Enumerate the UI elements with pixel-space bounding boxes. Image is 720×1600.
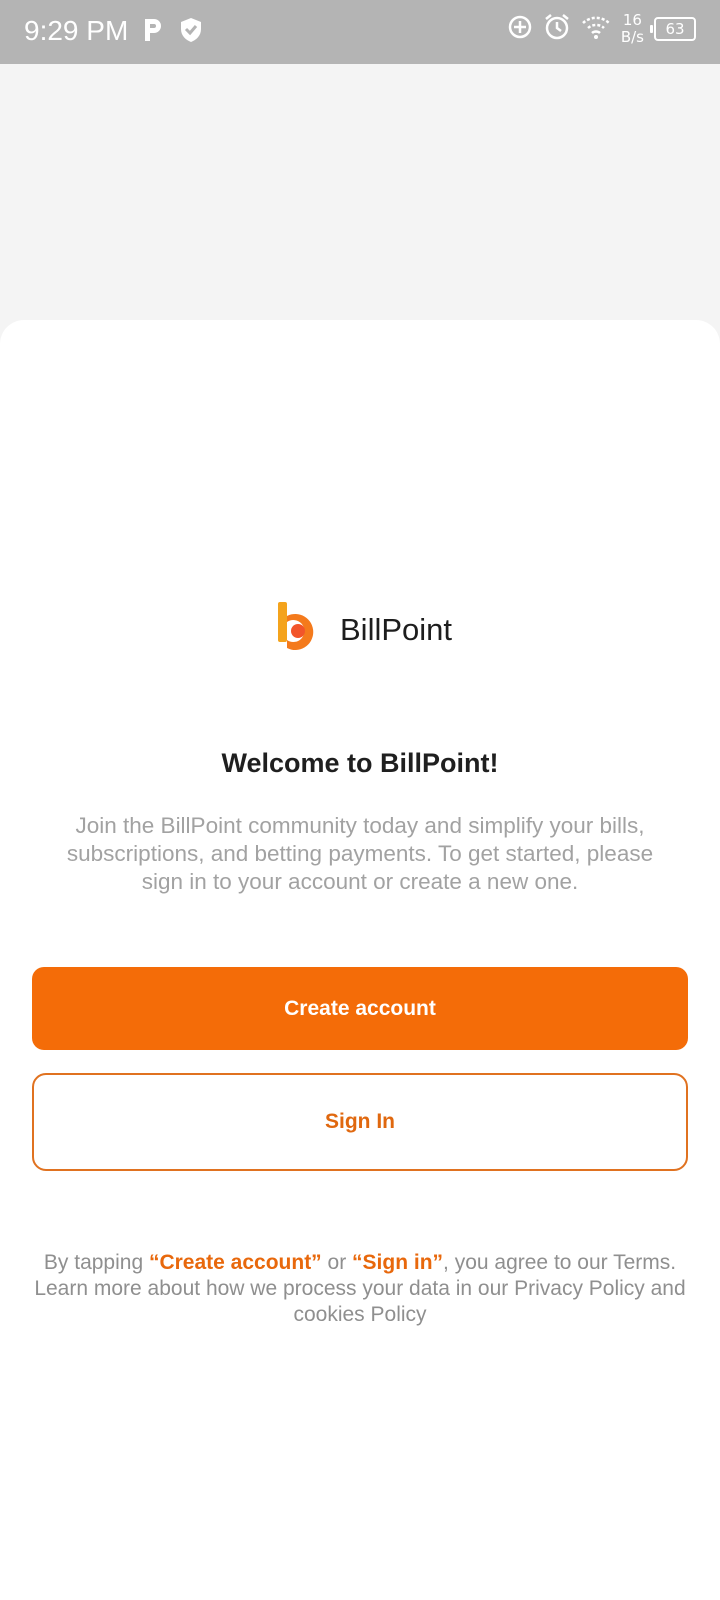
welcome-sheet xyxy=(0,320,720,1600)
sign-in-button[interactable]: Sign In xyxy=(32,1073,688,1171)
status-right-icons: 16 B/s 63 xyxy=(507,12,696,46)
status-time: 9:29 PM xyxy=(24,15,129,46)
create-account-button[interactable]: Create account xyxy=(32,967,688,1050)
terms-prefix: By tapping xyxy=(43,1251,149,1274)
billpoint-logo-icon xyxy=(276,600,324,659)
add-circle-icon xyxy=(507,14,533,45)
brand-name: BillPoint xyxy=(340,611,452,647)
terms-notice: By tapping “Create account” or “Sign in”… xyxy=(30,1250,690,1328)
terms-create-account-link[interactable]: “Create account” xyxy=(149,1251,322,1274)
terms-sign-in-link[interactable]: “Sign in” xyxy=(352,1251,443,1274)
welcome-title: Welcome to BillPoint! xyxy=(221,748,499,778)
battery-icon: 63 xyxy=(650,17,696,41)
alarm-icon xyxy=(543,13,571,46)
status-left-icons xyxy=(142,16,204,49)
wifi-icon xyxy=(581,14,611,45)
battery-level: 63 xyxy=(665,20,685,38)
brand-header: BillPoint xyxy=(276,600,452,659)
speed-unit: B/s xyxy=(620,28,644,46)
speed-value: 16 xyxy=(622,11,642,29)
welcome-intro: Join the BillPoint community today and s… xyxy=(66,813,654,894)
shield-check-icon xyxy=(178,16,204,49)
terms-or: or xyxy=(321,1251,353,1274)
network-speed: 16 B/s xyxy=(621,12,644,46)
status-bar: 9:29 PM 16 B/s 63 xyxy=(0,0,720,64)
parking-icon xyxy=(142,17,164,48)
